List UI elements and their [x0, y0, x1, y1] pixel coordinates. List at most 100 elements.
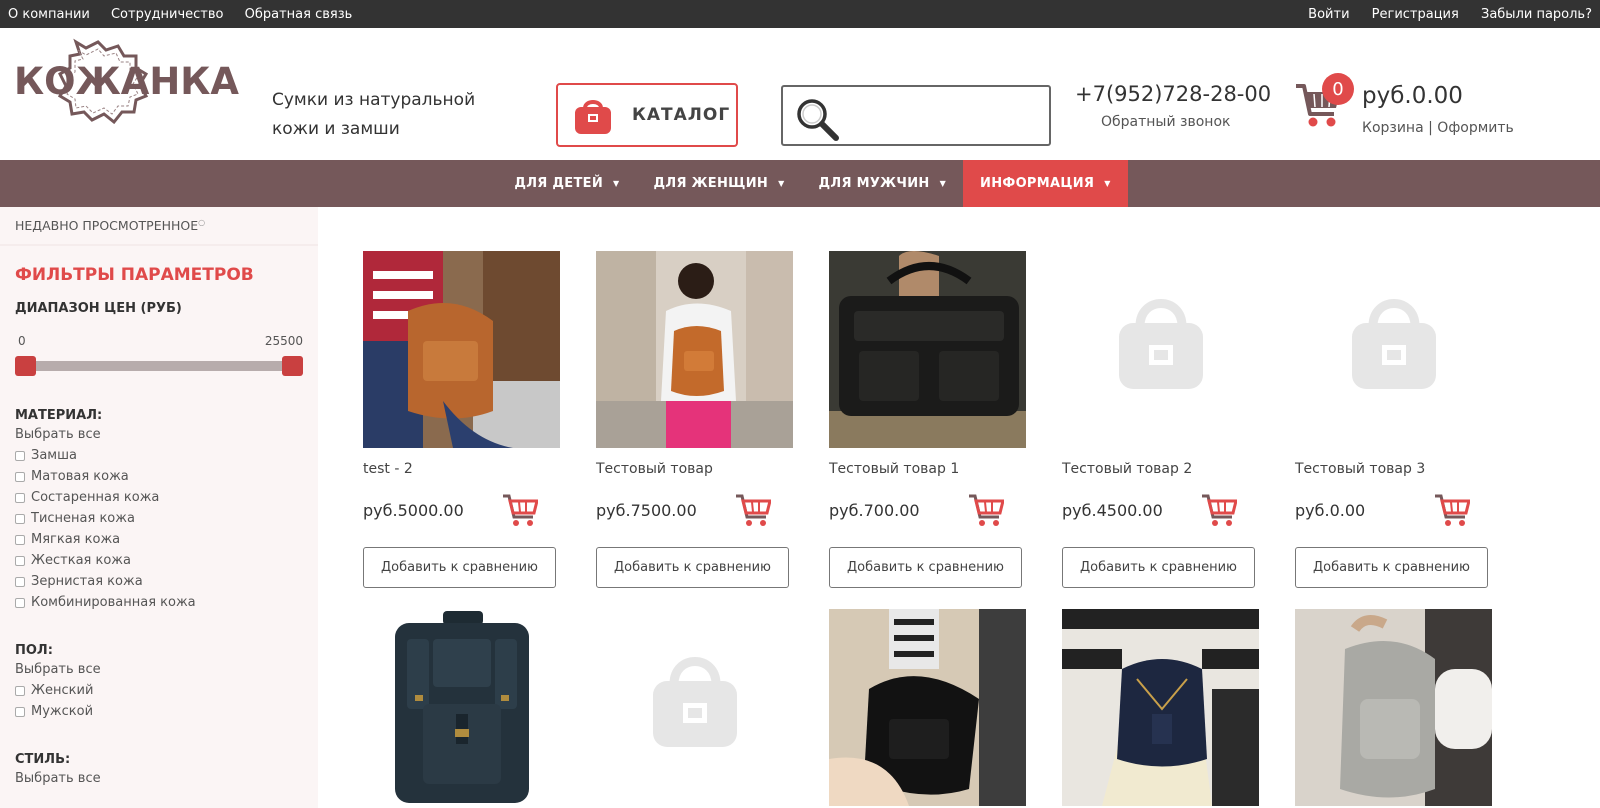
product-image[interactable]	[829, 609, 1026, 806]
option-label: Комбинированная кожа	[31, 595, 196, 610]
logo-text: КОЖАНКА	[14, 60, 239, 103]
product-image[interactable]	[829, 251, 1026, 448]
sidebar: НЕДАВНО ПРОСМОТРЕННОЕ○ ФИЛЬТРЫ ПАРАМЕТРО…	[0, 207, 318, 808]
product-image[interactable]	[1295, 251, 1492, 448]
checkbox[interactable]	[15, 597, 25, 608]
feedback-link[interactable]: Обратная связь	[245, 7, 353, 22]
nav-label: ИНФОРМАЦИЯ	[980, 176, 1095, 191]
register-link[interactable]: Регистрация	[1372, 7, 1459, 22]
header: КОЖАНКА Сумки из натуральной кожи и замш…	[0, 28, 1600, 160]
brown-backpack-photo	[363, 251, 560, 448]
product-name[interactable]: Тестовый товар 1	[829, 461, 1026, 477]
catalog-button[interactable]: КАТАЛОГ	[556, 83, 738, 147]
checkbox[interactable]	[15, 450, 25, 461]
add-to-compare-button[interactable]: Добавить к сравнению	[1295, 547, 1488, 588]
product-image[interactable]	[1295, 609, 1492, 806]
checkbox[interactable]	[15, 576, 25, 587]
option-label: Тисненая кожа	[31, 511, 135, 526]
product-price-row: руб.5000.00	[363, 493, 560, 527]
filter-option[interactable]: Жесткая кожа	[15, 550, 318, 571]
product-image[interactable]	[596, 609, 793, 806]
product-name[interactable]: Тестовый товар 3	[1295, 461, 1492, 477]
add-to-cart-icon[interactable]	[502, 493, 538, 527]
filter-option[interactable]: Комбинированная кожа	[15, 592, 318, 613]
checkbox[interactable]	[15, 685, 25, 696]
filter-option[interactable]: Женский	[15, 680, 318, 701]
catalog-label: КАТАЛОГ	[632, 105, 731, 125]
filter-option[interactable]: Мягкая кожа	[15, 529, 318, 550]
add-to-cart-icon[interactable]	[1434, 493, 1470, 527]
add-to-compare-button[interactable]: Добавить к сравнению	[363, 547, 556, 588]
cooperation-link[interactable]: Сотрудничество	[111, 7, 224, 22]
nav-item-men[interactable]: ДЛЯ МУЖЧИН ▼	[802, 160, 964, 207]
option-label: Зернистая кожа	[31, 574, 143, 589]
caret-down-icon: ▼	[939, 179, 947, 188]
slider-handle-max[interactable]	[282, 356, 303, 376]
checkbox[interactable]	[15, 492, 25, 503]
filter-group-title: ПОЛ:	[15, 643, 53, 658]
product-name[interactable]: test - 2	[363, 461, 560, 477]
filter-option[interactable]: Состаренная кожа	[15, 487, 318, 508]
select-all-link[interactable]: Выбрать все	[15, 427, 318, 442]
filter-option[interactable]: Матовая кожа	[15, 466, 318, 487]
nav-item-info[interactable]: ИНФОРМАЦИЯ ▼	[963, 160, 1128, 207]
select-all-link[interactable]: Выбрать все	[15, 662, 318, 677]
filter-group-title: МАТЕРИАЛ:	[15, 408, 103, 423]
nav-label: ДЛЯ МУЖЧИН	[818, 176, 930, 191]
checkout-link[interactable]: Оформить	[1437, 120, 1514, 136]
filter-option[interactable]: Тисненая кожа	[15, 508, 318, 529]
add-to-compare-button[interactable]: Добавить к сравнению	[829, 547, 1022, 588]
slider-handle-min[interactable]	[15, 356, 36, 376]
product-image[interactable]	[363, 251, 560, 448]
callback-link[interactable]: Обратный звонок	[1101, 114, 1230, 130]
checkbox[interactable]	[15, 534, 25, 545]
add-to-cart-icon[interactable]	[968, 493, 1004, 527]
product-card	[829, 609, 1026, 806]
product-image[interactable]	[1062, 251, 1259, 448]
recently-viewed[interactable]: НЕДАВНО ПРОСМОТРЕННОЕ○	[0, 207, 318, 246]
add-to-cart-icon[interactable]	[735, 493, 771, 527]
nav-item-women[interactable]: ДЛЯ ЖЕНЩИН ▼	[636, 160, 801, 207]
product-price-row: руб.4500.00	[1062, 493, 1259, 527]
checkbox[interactable]	[15, 513, 25, 524]
slider-track[interactable]	[15, 361, 303, 371]
price-range-title: ДИАПАЗОН ЦЕН (РУБ)	[15, 301, 182, 316]
add-to-compare-button[interactable]: Добавить к сравнению	[596, 547, 789, 588]
price-range-labels: 0 25500	[18, 334, 303, 348]
forgot-password-link[interactable]: Забыли пароль?	[1481, 7, 1592, 22]
product-image[interactable]	[596, 251, 793, 448]
price-slider[interactable]	[15, 356, 303, 376]
login-link[interactable]: Войти	[1308, 7, 1349, 22]
filter-option[interactable]: Зернистая кожа	[15, 571, 318, 592]
placeholder-bag-icon	[596, 609, 793, 806]
product-image[interactable]	[363, 609, 560, 806]
product-image[interactable]	[1062, 609, 1259, 806]
filter-group-title: СТИЛЬ:	[15, 752, 71, 767]
filter-option[interactable]: Мужской	[15, 701, 318, 722]
phone-number[interactable]: +7(952)728-28-00	[1075, 82, 1271, 106]
slogan: Сумки из натуральной кожи и замши	[272, 86, 475, 144]
nav-label: ДЛЯ ДЕТЕЙ	[514, 176, 604, 191]
filter-option[interactable]: Замша	[15, 445, 318, 466]
product-card	[596, 609, 793, 806]
logo[interactable]: КОЖАНКА	[14, 38, 239, 124]
product-name[interactable]: Тестовый товар 2	[1062, 461, 1259, 477]
product-price: руб.4500.00	[1062, 500, 1163, 520]
about-link[interactable]: О компании	[8, 7, 90, 22]
checkbox[interactable]	[15, 471, 25, 482]
top-bar: О компании Сотрудничество Обратная связь…	[0, 0, 1600, 28]
product-name[interactable]: Тестовый товар	[596, 461, 793, 477]
nav-item-kids[interactable]: ДЛЯ ДЕТЕЙ ▼	[497, 160, 636, 207]
add-to-compare-button[interactable]: Добавить к сравнению	[1062, 547, 1255, 588]
slogan-line-1: Сумки из натуральной	[272, 90, 476, 110]
product-card: Тестовый товар руб.7500.00 Добавить к ср…	[596, 251, 793, 588]
checkbox[interactable]	[15, 706, 25, 717]
add-to-cart-icon[interactable]	[1201, 493, 1237, 527]
checkbox[interactable]	[15, 555, 25, 566]
select-all-link[interactable]: Выбрать все	[15, 771, 318, 786]
price-min: 0	[18, 334, 26, 348]
cart-link[interactable]: Корзина	[1362, 120, 1424, 136]
search-input[interactable]	[781, 85, 1051, 146]
product-price: руб.5000.00	[363, 500, 464, 520]
slogan-line-2: кожи и замши	[272, 119, 400, 139]
